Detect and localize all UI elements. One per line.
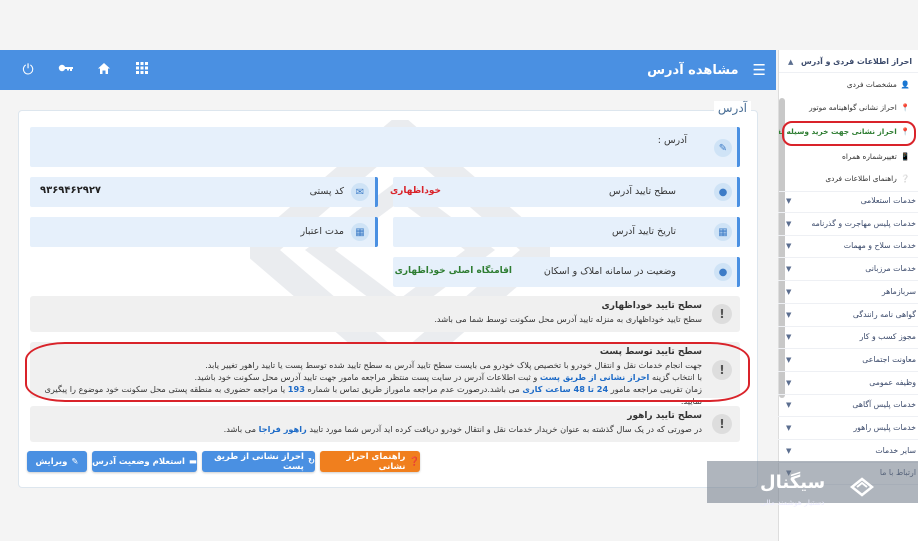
chevron-down-icon[interactable]: ▼ xyxy=(786,288,791,296)
address-inquiry-button[interactable]: ▬ استعلام وضعیت آدرس xyxy=(92,451,197,472)
sidebar-divider xyxy=(778,257,918,258)
person-icon: ● xyxy=(714,183,732,201)
note-title: سطح تایید راهور xyxy=(627,411,702,421)
chevron-down-icon[interactable]: ▼ xyxy=(786,197,791,205)
self-declaration-note: سطح تایید خوداظهاری سطح تایید خوداظهاری … xyxy=(30,296,740,332)
sidebar-divider xyxy=(778,439,918,440)
help-icon: ❓ xyxy=(409,456,420,467)
address-field xyxy=(30,127,740,167)
topbar-icons: ⏻ xyxy=(10,62,152,79)
exclamation-icon: ! xyxy=(712,414,732,434)
sidebar-sub-personal[interactable]: 👤 مشخصات فردی xyxy=(847,80,910,89)
sidebar-sub-phone[interactable]: 📱 تغییرشماره همراه xyxy=(842,152,910,161)
confirm-date-label: تاریخ تایید آدرس xyxy=(611,226,676,237)
top-bar: ⏻ ☰ مشاهده آدرس xyxy=(0,50,776,90)
panel-title: آدرس xyxy=(713,101,751,115)
address-edit-icon: ✎ xyxy=(714,139,732,157)
sidebar-sub-help[interactable]: ❔ راهنمای اطلاعات فردی xyxy=(825,174,910,183)
grid-icon[interactable] xyxy=(132,62,152,78)
sidebar-section-7[interactable]: معاونت اجتماعی xyxy=(790,355,916,364)
sidebar-section-2[interactable]: خدمات سلاح و مهمات xyxy=(790,241,916,250)
note-body: سطح تایید خوداظهاری به منزله تایید آدرس … xyxy=(434,314,702,324)
mail-icon: ✉ xyxy=(351,183,369,201)
sidebar-section-11[interactable]: سایر خدمات xyxy=(790,446,916,455)
confirm-level-label: سطح تایید آدرس xyxy=(608,186,676,197)
exclamation-icon: ! xyxy=(712,304,732,324)
confirm-level-value: خوداظهاری xyxy=(389,186,441,196)
note-title: سطح تایید خوداظهاری xyxy=(601,301,702,311)
person-pin-icon: ● xyxy=(714,263,732,281)
sidebar-header[interactable]: احراز اطلاعات فردی و آدرس xyxy=(801,57,912,66)
sidebar-sub-motor-license[interactable]: 📍 احراز نشانی گواهینامه موتور xyxy=(809,103,910,112)
postal-code-label: کد پستی xyxy=(309,186,344,197)
page-header: ☰ مشاهده آدرس xyxy=(647,61,766,79)
sidebar-section-4[interactable]: سربازماهر xyxy=(790,287,916,296)
sidebar-divider xyxy=(778,416,918,417)
rahvar-note: سطح تایید راهور در صورتی که در یک سال گذ… xyxy=(30,406,740,442)
menu-icon[interactable]: ☰ xyxy=(753,61,766,79)
sidebar-section-5[interactable]: گواهی نامه رانندگی xyxy=(790,310,916,319)
edit-button[interactable]: ✎ ویرایش xyxy=(27,451,87,472)
overlay-brand: سیگنال xyxy=(760,472,826,493)
home-icon[interactable] xyxy=(94,62,114,79)
pencil-icon: ✎ xyxy=(71,456,79,467)
sidebar-divider xyxy=(778,212,918,213)
chevron-down-icon[interactable]: ▼ xyxy=(786,333,791,341)
address-label: آدرس : xyxy=(657,135,687,146)
highlight-oval xyxy=(25,342,750,402)
key-icon[interactable] xyxy=(56,62,76,78)
sidebar-section-3[interactable]: خدمات مرزبانی xyxy=(790,264,916,273)
sidebar-divider xyxy=(778,280,918,281)
property-status-label: وضعیت در سامانه املاک و اسکان xyxy=(543,266,676,277)
chevron-down-icon[interactable]: ▼ xyxy=(786,242,791,250)
power-icon[interactable]: ⏻ xyxy=(18,62,38,78)
sidebar-section-10[interactable]: خدمات پلیس راهور xyxy=(790,423,916,432)
sidebar-divider xyxy=(778,348,918,349)
property-status-value: اقامتگاه اصلی خوداظهاری xyxy=(394,266,512,276)
confirm-date-field xyxy=(393,217,740,247)
chevron-down-icon[interactable]: ▼ xyxy=(786,356,791,364)
confirm-level-field xyxy=(393,177,740,207)
postal-code-value: ۹۳۶۹۴۶۲۹۲۷ xyxy=(40,185,102,196)
address-guide-button[interactable]: ❓ راهنمای احراز نشانی xyxy=(320,451,420,472)
refresh-icon: ↻ xyxy=(307,456,315,467)
calendar-icon: ▦ xyxy=(351,223,369,241)
overlay-subtitle: دستیار هوشمند مالی xyxy=(760,498,825,507)
signal-logo-icon xyxy=(849,477,875,497)
sidebar-section-9[interactable]: خدمات پلیس آگاهی xyxy=(790,400,916,409)
sidebar-divider xyxy=(778,235,918,236)
sidebar-divider xyxy=(778,371,918,372)
sidebar-section-6[interactable]: مجوز کسب و کار xyxy=(790,332,916,341)
chevron-down-icon[interactable]: ▼ xyxy=(786,379,791,387)
card-icon: ▬ xyxy=(188,456,197,467)
sidebar-section-0[interactable]: خدمات استعلامی xyxy=(790,196,916,205)
highlight-oval xyxy=(782,121,916,146)
sidebar-divider xyxy=(778,303,918,304)
chevron-down-icon[interactable]: ▼ xyxy=(786,220,791,228)
sidebar-section-8[interactable]: وظیفه عمومی xyxy=(790,378,916,387)
chevron-down-icon[interactable]: ▼ xyxy=(786,265,791,273)
page-title: مشاهده آدرس xyxy=(647,62,739,78)
sidebar-divider xyxy=(778,326,918,327)
chevron-down-icon[interactable]: ▼ xyxy=(786,447,791,455)
sidebar-divider xyxy=(778,394,918,395)
sidebar-section-1[interactable]: خدمات پلیس مهاجرت و گذرنامه xyxy=(790,219,916,228)
post-verify-button[interactable]: ↻ احراز نشانی از طریق پست xyxy=(202,451,315,472)
chevron-up-icon[interactable]: ▲ xyxy=(788,58,793,66)
chevron-down-icon[interactable]: ▼ xyxy=(786,424,791,432)
validity-label: مدت اعتبار xyxy=(300,226,344,237)
calendar-icon: ▦ xyxy=(714,223,732,241)
chevron-down-icon[interactable]: ▼ xyxy=(786,311,791,319)
chevron-down-icon[interactable]: ▼ xyxy=(786,401,791,409)
